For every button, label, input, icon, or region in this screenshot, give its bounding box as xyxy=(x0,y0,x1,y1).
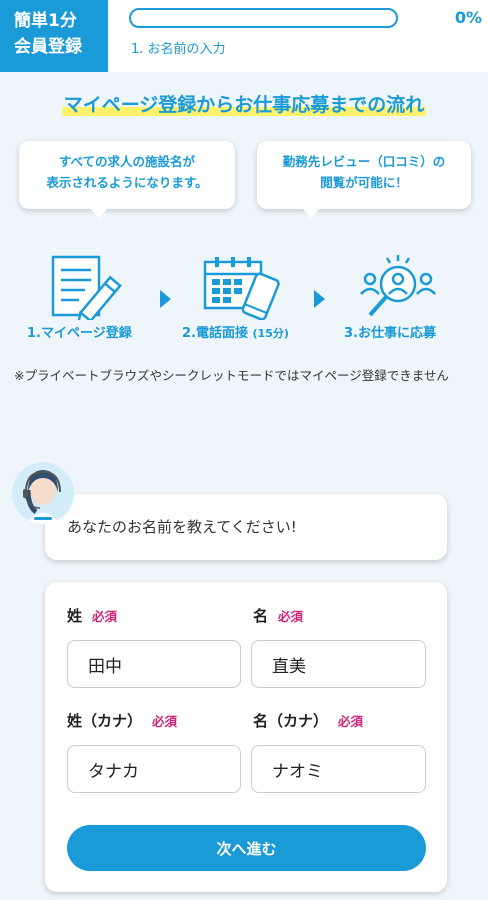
question-bubble: あなたのお名前を教えてください! xyxy=(45,494,447,560)
badge-line-1: 簡単1分 xyxy=(14,11,77,31)
registration-badge: 簡単1分 会員登録 xyxy=(0,0,108,72)
step-2-duration: (15分) xyxy=(252,327,289,340)
required-badge: 必須 xyxy=(338,714,364,729)
step-3-label: 3.お仕事に応募 xyxy=(344,326,436,341)
progress-bar xyxy=(129,8,398,28)
step-2-label-text: 2.電話面接 xyxy=(182,326,248,341)
step-arrow-1 xyxy=(160,290,171,308)
last-name-label: 姓必須 xyxy=(67,605,117,626)
first-name-label: 名必須 xyxy=(253,605,303,626)
last-name-input[interactable] xyxy=(67,640,241,688)
operator-avatar-graphic xyxy=(23,470,61,524)
required-badge: 必須 xyxy=(278,609,304,624)
header: 簡単1分 会員登録 0% 1. お名前の入力 xyxy=(0,0,488,72)
calendar-phone-icon xyxy=(203,257,280,320)
document-pencil-icon xyxy=(51,255,122,320)
last-name-kana-input[interactable] xyxy=(67,745,241,793)
badge-line-2: 会員登録 xyxy=(14,37,82,57)
flow-title: マイページ登録からお仕事応募までの流れ xyxy=(0,90,488,117)
benefit-left-line-1: すべての求人の施設名が xyxy=(58,154,196,169)
step-arrow-2 xyxy=(314,290,325,308)
first-name-label-text: 名 xyxy=(253,607,269,625)
last-name-kana-label-text: 姓（カナ） xyxy=(67,712,143,730)
benefit-right-line-1: 勤務先レビュー（口コミ）の xyxy=(282,154,446,169)
people-magnifier-icon xyxy=(360,255,436,317)
question-text: あなたのお名前を教えてください! xyxy=(67,518,297,536)
next-button[interactable]: 次へ進む xyxy=(67,825,426,871)
benefit-left-line-2: 表示されるようになります。 xyxy=(46,175,208,190)
required-badge: 必須 xyxy=(152,714,178,729)
operator-avatar-icon xyxy=(12,462,74,524)
step-1-label: 1.マイページ登録 xyxy=(27,326,132,341)
benefit-right-line-2: 閲覧が可能に！ xyxy=(320,175,408,190)
benefit-bubble-right: 勤務先レビュー（口コミ）の 閲覧が可能に！ xyxy=(257,141,471,219)
required-badge: 必須 xyxy=(92,609,118,624)
first-name-input[interactable] xyxy=(251,640,426,688)
first-name-kana-label: 名（カナ） 必須 xyxy=(253,710,363,731)
last-name-label-text: 姓 xyxy=(67,607,83,625)
progress-percent: 0% xyxy=(454,8,482,27)
last-name-kana-label: 姓（カナ） 必須 xyxy=(67,710,177,731)
browser-mode-note: ※プライベートブラウズやシークレットモードではマイページ登録できません xyxy=(14,368,449,383)
current-step-text: 1. お名前の入力 xyxy=(131,42,226,57)
flow-title-text: マイページ登録からお仕事応募までの流れ xyxy=(61,94,427,116)
step-2-label: 2.電話面接 (15分) xyxy=(182,322,289,341)
benefit-bubble-left: すべての求人の施設名が 表示されるようになります。 xyxy=(19,141,235,219)
first-name-kana-label-text: 名（カナ） xyxy=(253,712,329,730)
first-name-kana-input[interactable] xyxy=(251,745,426,793)
